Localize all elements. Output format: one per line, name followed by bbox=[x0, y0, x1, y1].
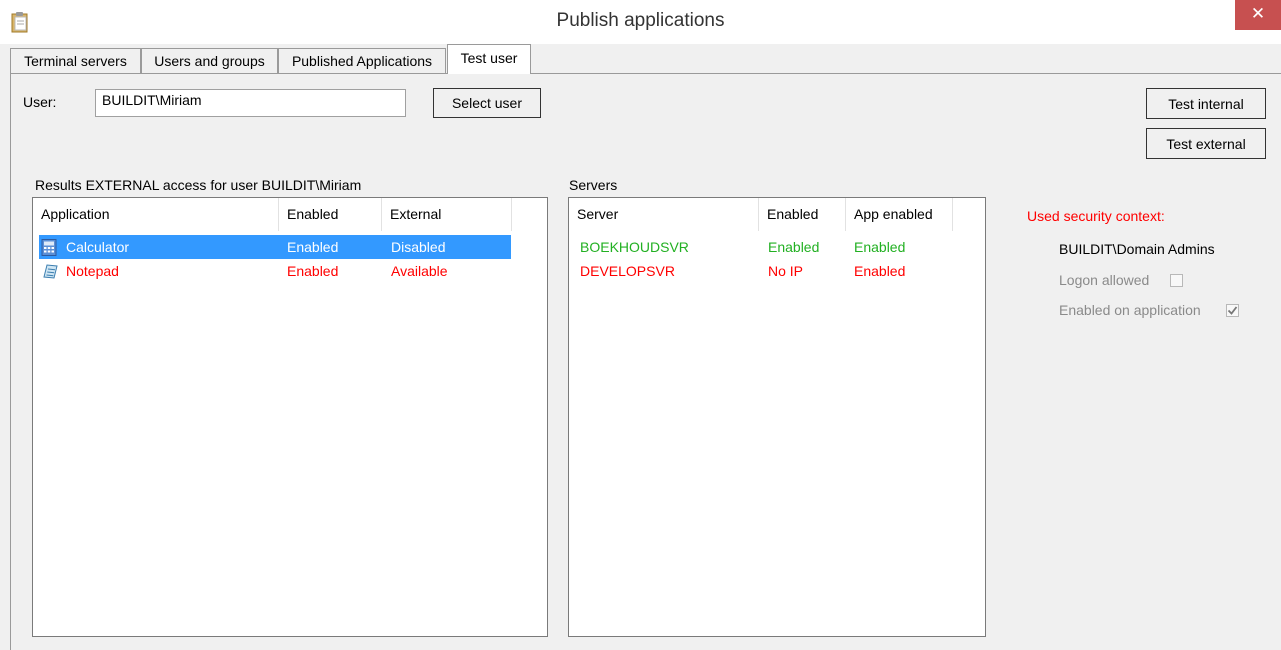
tab-strip: Terminal servers Users and groups Publis… bbox=[10, 44, 1281, 74]
column-header-external[interactable]: External bbox=[382, 198, 512, 231]
test-internal-button[interactable]: Test internal bbox=[1146, 88, 1266, 119]
applications-list-header: Application Enabled External bbox=[33, 198, 547, 231]
column-header-app-enabled[interactable]: App enabled bbox=[846, 198, 953, 231]
test-external-button[interactable]: Test external bbox=[1146, 128, 1266, 159]
security-context-heading: Used security context: bbox=[1027, 208, 1165, 224]
list-item[interactable]: Notepad Enabled Available bbox=[39, 259, 511, 283]
tab-published-applications[interactable]: Published Applications bbox=[278, 48, 446, 74]
column-header-server[interactable]: Server bbox=[569, 198, 759, 231]
server-name: BOEKHOUDSVR bbox=[580, 239, 689, 255]
select-user-button[interactable]: Select user bbox=[433, 88, 541, 118]
application-enabled: Enabled bbox=[287, 239, 339, 255]
security-group: BUILDIT\Domain Admins bbox=[1059, 241, 1215, 257]
server-app-enabled: Enabled bbox=[854, 239, 906, 255]
results-label: Results EXTERNAL access for user BUILDIT… bbox=[35, 177, 362, 193]
list-item[interactable]: DEVELOPSVR No IP Enabled bbox=[569, 259, 953, 283]
checkmark-icon bbox=[1227, 306, 1238, 315]
application-name: Notepad bbox=[66, 263, 119, 279]
enabled-on-application-checkbox[interactable] bbox=[1226, 304, 1239, 317]
close-icon: ✕ bbox=[1250, 4, 1266, 23]
application-enabled: Enabled bbox=[287, 263, 339, 279]
notepad-icon bbox=[41, 263, 59, 287]
logon-allowed-checkbox[interactable] bbox=[1170, 274, 1183, 287]
column-header-enabled[interactable]: Enabled bbox=[279, 198, 382, 231]
servers-list[interactable]: Server Enabled App enabled BOEKHOUDSVR E… bbox=[568, 197, 986, 637]
user-field[interactable]: BUILDIT\Miriam bbox=[95, 89, 406, 117]
column-header-application[interactable]: Application bbox=[33, 198, 279, 231]
servers-list-header: Server Enabled App enabled bbox=[569, 198, 985, 231]
list-item[interactable]: BOEKHOUDSVR Enabled Enabled bbox=[569, 235, 953, 259]
logon-allowed-label: Logon allowed bbox=[1059, 272, 1150, 288]
servers-label: Servers bbox=[569, 177, 618, 193]
user-label: User: bbox=[23, 94, 57, 110]
enabled-on-application-label: Enabled on application bbox=[1059, 302, 1201, 318]
application-external: Disabled bbox=[391, 239, 446, 255]
application-external: Available bbox=[391, 263, 448, 279]
server-name: DEVELOPSVR bbox=[580, 263, 675, 279]
applications-list[interactable]: Application Enabled External Calculator … bbox=[32, 197, 548, 637]
list-item[interactable]: Calculator Enabled Disabled bbox=[39, 235, 511, 259]
tab-test-user[interactable]: Test user bbox=[447, 44, 531, 74]
tab-users-and-groups[interactable]: Users and groups bbox=[141, 48, 278, 74]
window-title: Publish applications bbox=[556, 10, 725, 31]
tab-terminal-servers[interactable]: Terminal servers bbox=[10, 48, 141, 74]
server-enabled: No IP bbox=[768, 263, 804, 279]
column-header-enabled[interactable]: Enabled bbox=[759, 198, 846, 231]
server-enabled: Enabled bbox=[768, 239, 820, 255]
title-bar: Publish applications ✕ bbox=[0, 0, 1281, 44]
application-name: Calculator bbox=[66, 239, 130, 255]
close-button[interactable]: ✕ bbox=[1235, 0, 1281, 30]
server-app-enabled: Enabled bbox=[854, 263, 906, 279]
